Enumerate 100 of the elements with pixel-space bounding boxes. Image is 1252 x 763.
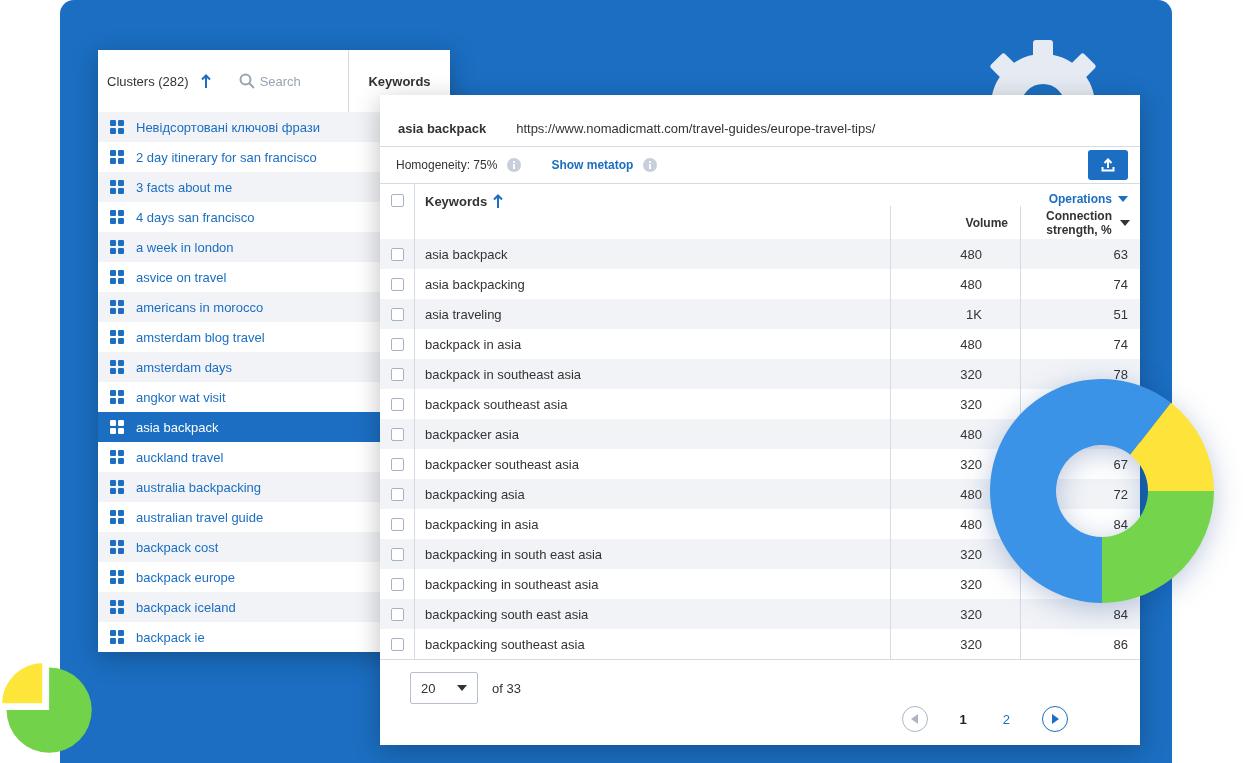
cluster-item[interactable]: backpack cost <box>98 532 380 562</box>
strength-cell: 74 <box>1113 336 1128 352</box>
checkbox[interactable] <box>390 547 404 561</box>
volume-cell: 480 <box>960 246 982 262</box>
checkbox[interactable] <box>390 607 404 621</box>
cluster-item[interactable]: australian travel guide <box>98 502 380 532</box>
grid-icon <box>110 300 124 314</box>
strength-cell: 67 <box>1113 456 1128 472</box>
checkbox[interactable] <box>390 517 404 531</box>
strength-cell: 84 <box>1113 606 1128 622</box>
keyword-cell: backpack in asia <box>425 336 522 352</box>
grid-icon <box>110 450 124 464</box>
caret-icon[interactable] <box>1120 219 1130 226</box>
caret-icon <box>1118 196 1128 202</box>
page-size-select[interactable]: 20 <box>410 672 478 704</box>
cluster-item[interactable]: backpack europe <box>98 562 380 592</box>
checkbox[interactable] <box>390 487 404 501</box>
show-metatop-link[interactable]: Show metatop <box>551 158 634 172</box>
page-url: https://www.nomadicmatt.com/travel-guides/europe-travel-tips/ <box>516 121 876 136</box>
page-count: of 33 <box>492 680 521 696</box>
info-icon <box>507 158 522 172</box>
checkbox[interactable] <box>390 337 404 351</box>
checkbox[interactable] <box>390 307 404 321</box>
volume-cell: 320 <box>960 546 982 562</box>
grid-icon <box>110 540 124 554</box>
sort-arrow-icon[interactable] <box>493 194 504 209</box>
grid-icon <box>110 570 124 584</box>
page-number[interactable]: 1 <box>955 709 971 729</box>
checkbox[interactable] <box>390 367 404 381</box>
operations-dropdown[interactable]: Operations <box>1048 192 1140 206</box>
strength-cell: 72 <box>1113 486 1128 502</box>
volume-cell: 320 <box>960 396 982 412</box>
sort-arrow-icon[interactable] <box>200 73 211 89</box>
keyword-cell: backpacking south east asia <box>425 606 589 622</box>
checkbox[interactable] <box>390 397 404 411</box>
cluster-item[interactable]: asvice on travel <box>98 262 380 292</box>
search-icon <box>238 73 255 89</box>
checkbox[interactable] <box>390 457 404 471</box>
grid-icon <box>110 150 124 164</box>
checkbox[interactable] <box>390 637 404 651</box>
keyword-cell: backpacking in southeast asia <box>425 576 599 592</box>
checkbox[interactable] <box>390 194 404 207</box>
upload-icon <box>1101 158 1115 172</box>
cluster-item[interactable]: 2 day itinerary for san francisco <box>98 142 380 172</box>
checkbox[interactable] <box>390 577 404 591</box>
strength-cell: 86 <box>1113 636 1128 652</box>
strength-cell: 78 <box>1113 366 1128 382</box>
caret-icon <box>457 685 467 691</box>
cluster-item[interactable]: angkor wat visit <box>98 382 380 412</box>
volume-cell: 480 <box>960 486 982 502</box>
strength-cell: 84 <box>1113 516 1128 532</box>
keyword-cell: backpacking asia <box>425 486 525 502</box>
cluster-item[interactable]: a week in london <box>98 232 380 262</box>
volume-cell: 320 <box>960 606 982 622</box>
cluster-item[interactable]: amsterdam blog travel <box>98 322 380 352</box>
checkbox[interactable] <box>390 247 404 261</box>
grid-icon <box>110 210 124 224</box>
cluster-item[interactable]: americans in morocco <box>98 292 380 322</box>
keyword-cell: backpacker southeast asia <box>425 456 579 472</box>
grid-icon <box>110 330 124 344</box>
keyword-cell: backpacking southeast asia <box>425 636 585 652</box>
grid-icon <box>110 120 124 134</box>
grid-icon <box>110 510 124 524</box>
volume-cell: 1K <box>966 306 982 322</box>
volume-cell: 480 <box>960 336 982 352</box>
grid-icon <box>110 630 124 644</box>
keyword-cell: asia backpack <box>425 246 508 262</box>
cluster-item[interactable]: asia backpack <box>98 412 380 442</box>
cluster-item[interactable]: Невідсортовані ключові фрази <box>98 112 380 142</box>
cluster-item[interactable]: amsterdam days <box>98 352 380 382</box>
volume-cell: 480 <box>960 276 982 292</box>
grid-icon <box>110 390 124 404</box>
info-icon <box>643 158 658 172</box>
column-header[interactable]: Connection strength, % <box>1044 208 1114 237</box>
grid-icon <box>110 240 124 254</box>
homogeneity-label: Homogeneity: 75% <box>396 158 498 172</box>
volume-cell: 320 <box>960 576 982 592</box>
keyword-cell: backpack southeast asia <box>425 396 568 412</box>
grid-icon <box>110 600 124 614</box>
left-triangle-icon <box>911 714 919 724</box>
panel-title: Clusters (282) <box>107 73 189 89</box>
export-button[interactable] <box>1088 150 1128 180</box>
column-header[interactable]: Keywords <box>425 194 488 239</box>
cluster-title: asia backpack <box>398 121 487 136</box>
checkbox[interactable] <box>390 277 404 291</box>
search-field[interactable]: Search <box>259 73 330 89</box>
checkbox[interactable] <box>390 427 404 441</box>
cluster-item[interactable]: backpack ie <box>98 622 380 652</box>
volume-cell: 320 <box>960 636 982 652</box>
keyword-cell: backpacker asia <box>425 426 519 442</box>
volume-cell: 320 <box>960 456 982 472</box>
grid-icon <box>110 180 124 194</box>
cluster-item[interactable]: auckland travel <box>98 442 380 472</box>
cluster-item[interactable]: 3 facts about me <box>98 172 380 202</box>
cluster-item[interactable]: 4 days san francisco <box>98 202 380 232</box>
cluster-item[interactable]: australia backpacking <box>98 472 380 502</box>
grid-icon <box>110 270 124 284</box>
next-page-button[interactable] <box>1042 706 1068 732</box>
cluster-item[interactable]: backpack iceland <box>98 592 380 622</box>
page-number[interactable]: 2 <box>998 709 1014 729</box>
